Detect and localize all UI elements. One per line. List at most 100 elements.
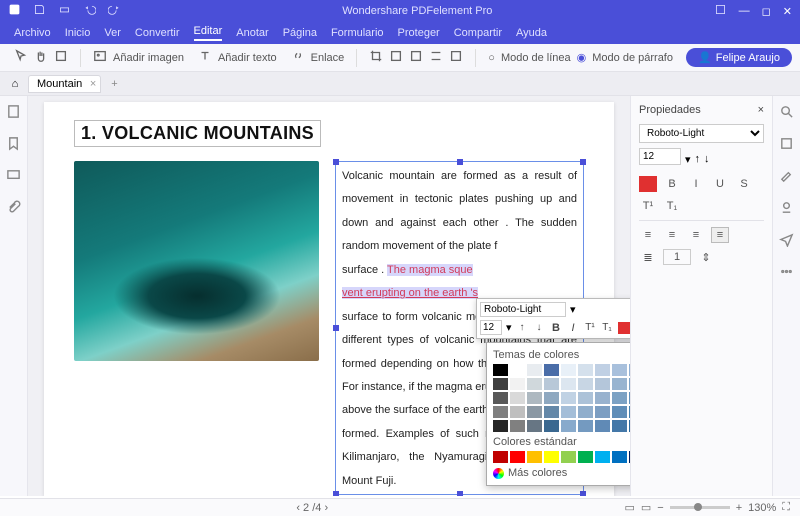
- color-swatch[interactable]: [493, 451, 508, 463]
- add-text-icon[interactable]: [198, 49, 212, 66]
- color-swatch[interactable]: [629, 451, 630, 463]
- user-button[interactable]: 👤 Felipe Araujo: [686, 48, 792, 67]
- italic-button[interactable]: I: [687, 176, 705, 192]
- color-swatch[interactable]: [578, 451, 593, 463]
- color-swatch[interactable]: [561, 364, 576, 376]
- add-text-button[interactable]: Añadir texto: [218, 52, 277, 64]
- superscript-button[interactable]: T¹: [584, 321, 597, 334]
- align-justify-icon[interactable]: ≡: [711, 227, 729, 243]
- tab-close-icon[interactable]: ×: [90, 78, 96, 90]
- save-icon[interactable]: [33, 3, 46, 19]
- add-image-button[interactable]: Añadir imagen: [113, 52, 184, 64]
- color-swatch[interactable]: [510, 420, 525, 432]
- highlight-icon[interactable]: [779, 168, 794, 186]
- color-swatch[interactable]: [578, 406, 593, 418]
- color-swatch[interactable]: [544, 364, 559, 376]
- menu-proteger[interactable]: Proteger: [398, 27, 440, 39]
- background-icon[interactable]: [409, 49, 423, 66]
- color-swatch[interactable]: [544, 378, 559, 390]
- color-swatch[interactable]: [527, 406, 542, 418]
- menu-anotar[interactable]: Anotar: [236, 27, 268, 39]
- font-dropdown-icon[interactable]: ▾: [570, 303, 576, 316]
- crop-icon[interactable]: [369, 49, 383, 66]
- more-colors-button[interactable]: Más colores: [493, 467, 630, 479]
- color-swatch[interactable]: [595, 406, 610, 418]
- font-color-swatch[interactable]: [618, 322, 630, 334]
- mode-para-radio[interactable]: ◉: [577, 51, 587, 64]
- color-swatch[interactable]: [612, 420, 627, 432]
- color-swatch[interactable]: [510, 364, 525, 376]
- color-swatch[interactable]: [561, 451, 576, 463]
- color-swatch[interactable]: [544, 420, 559, 432]
- maximize-icon[interactable]: ◻: [762, 5, 771, 18]
- strike-button[interactable]: S: [735, 176, 753, 192]
- decrease-size-icon[interactable]: ↓: [533, 321, 546, 334]
- menu-ver[interactable]: Ver: [104, 27, 121, 39]
- align-center-icon[interactable]: ≡: [663, 227, 681, 243]
- color-swatch[interactable]: [595, 378, 610, 390]
- color-swatch[interactable]: [578, 420, 593, 432]
- bookmarks-icon[interactable]: [6, 136, 21, 154]
- link-icon[interactable]: [291, 49, 305, 66]
- color-swatch[interactable]: [595, 451, 610, 463]
- color-swatch[interactable]: [561, 406, 576, 418]
- color-swatch[interactable]: [493, 406, 508, 418]
- color-swatch[interactable]: [629, 406, 630, 418]
- color-swatch[interactable]: [544, 451, 559, 463]
- send-icon[interactable]: [779, 232, 794, 250]
- menu-compartir[interactable]: Compartir: [454, 27, 502, 39]
- color-swatch[interactable]: [629, 364, 630, 376]
- menu-pagina[interactable]: Página: [283, 27, 317, 39]
- pointer-icon[interactable]: [14, 49, 28, 66]
- page-heading[interactable]: 1. VOLCANIC MOUNTAINS: [74, 120, 321, 147]
- decrease-icon[interactable]: ↓: [704, 153, 710, 165]
- italic-button[interactable]: I: [567, 321, 580, 334]
- zoom-in-icon[interactable]: +: [736, 502, 742, 514]
- color-swatch[interactable]: [544, 392, 559, 404]
- redo-icon[interactable]: [108, 3, 121, 19]
- color-swatch[interactable]: [510, 392, 525, 404]
- edit-object-icon[interactable]: [54, 49, 68, 66]
- list-icon[interactable]: ≣: [639, 249, 657, 265]
- color-swatch[interactable]: [578, 392, 593, 404]
- prop-color-swatch[interactable]: [639, 176, 657, 192]
- color-swatch[interactable]: [578, 378, 593, 390]
- color-swatch[interactable]: [595, 364, 610, 376]
- size-caret-icon[interactable]: ▾: [685, 153, 691, 166]
- annotations-icon[interactable]: [6, 168, 21, 186]
- zoom-slider[interactable]: [670, 506, 730, 509]
- minimize-icon[interactable]: —: [739, 5, 750, 17]
- paragraph-text[interactable]: Volcanic mountain are formed as a result…: [342, 170, 577, 252]
- prop-size-input[interactable]: [639, 148, 681, 165]
- prop-font-select[interactable]: Roboto-Light: [639, 124, 764, 143]
- next-page-icon[interactable]: ›: [324, 502, 328, 514]
- color-swatch[interactable]: [527, 392, 542, 404]
- zoom-out-icon[interactable]: −: [657, 502, 663, 514]
- menu-archivo[interactable]: Archivo: [14, 27, 51, 39]
- menu-formulario[interactable]: Formulario: [331, 27, 384, 39]
- page-number[interactable]: 2: [303, 502, 309, 514]
- color-swatch[interactable]: [629, 392, 630, 404]
- bold-button[interactable]: B: [550, 321, 563, 334]
- superscript-button[interactable]: T¹: [639, 198, 657, 214]
- fit-width-icon[interactable]: ▭: [641, 501, 651, 514]
- font-size-input[interactable]: [480, 320, 502, 335]
- color-swatch[interactable]: [527, 451, 542, 463]
- close-panel-icon[interactable]: ×: [758, 104, 764, 116]
- color-swatch[interactable]: [612, 392, 627, 404]
- color-swatch[interactable]: [527, 420, 542, 432]
- add-image-icon[interactable]: [93, 49, 107, 66]
- bates-icon[interactable]: [449, 49, 463, 66]
- underline-button[interactable]: U: [711, 176, 729, 192]
- fit-page-icon[interactable]: ▭: [624, 501, 634, 514]
- prev-page-icon[interactable]: ‹: [296, 502, 300, 514]
- subscript-button[interactable]: T₁: [601, 321, 614, 334]
- color-swatch[interactable]: [612, 451, 627, 463]
- color-swatch[interactable]: [561, 392, 576, 404]
- notify-icon[interactable]: [714, 3, 727, 19]
- new-tab-icon[interactable]: +: [105, 78, 123, 90]
- color-swatch[interactable]: [612, 378, 627, 390]
- undo-icon[interactable]: [83, 3, 96, 19]
- color-swatch[interactable]: [527, 378, 542, 390]
- link-button[interactable]: Enlace: [311, 52, 345, 64]
